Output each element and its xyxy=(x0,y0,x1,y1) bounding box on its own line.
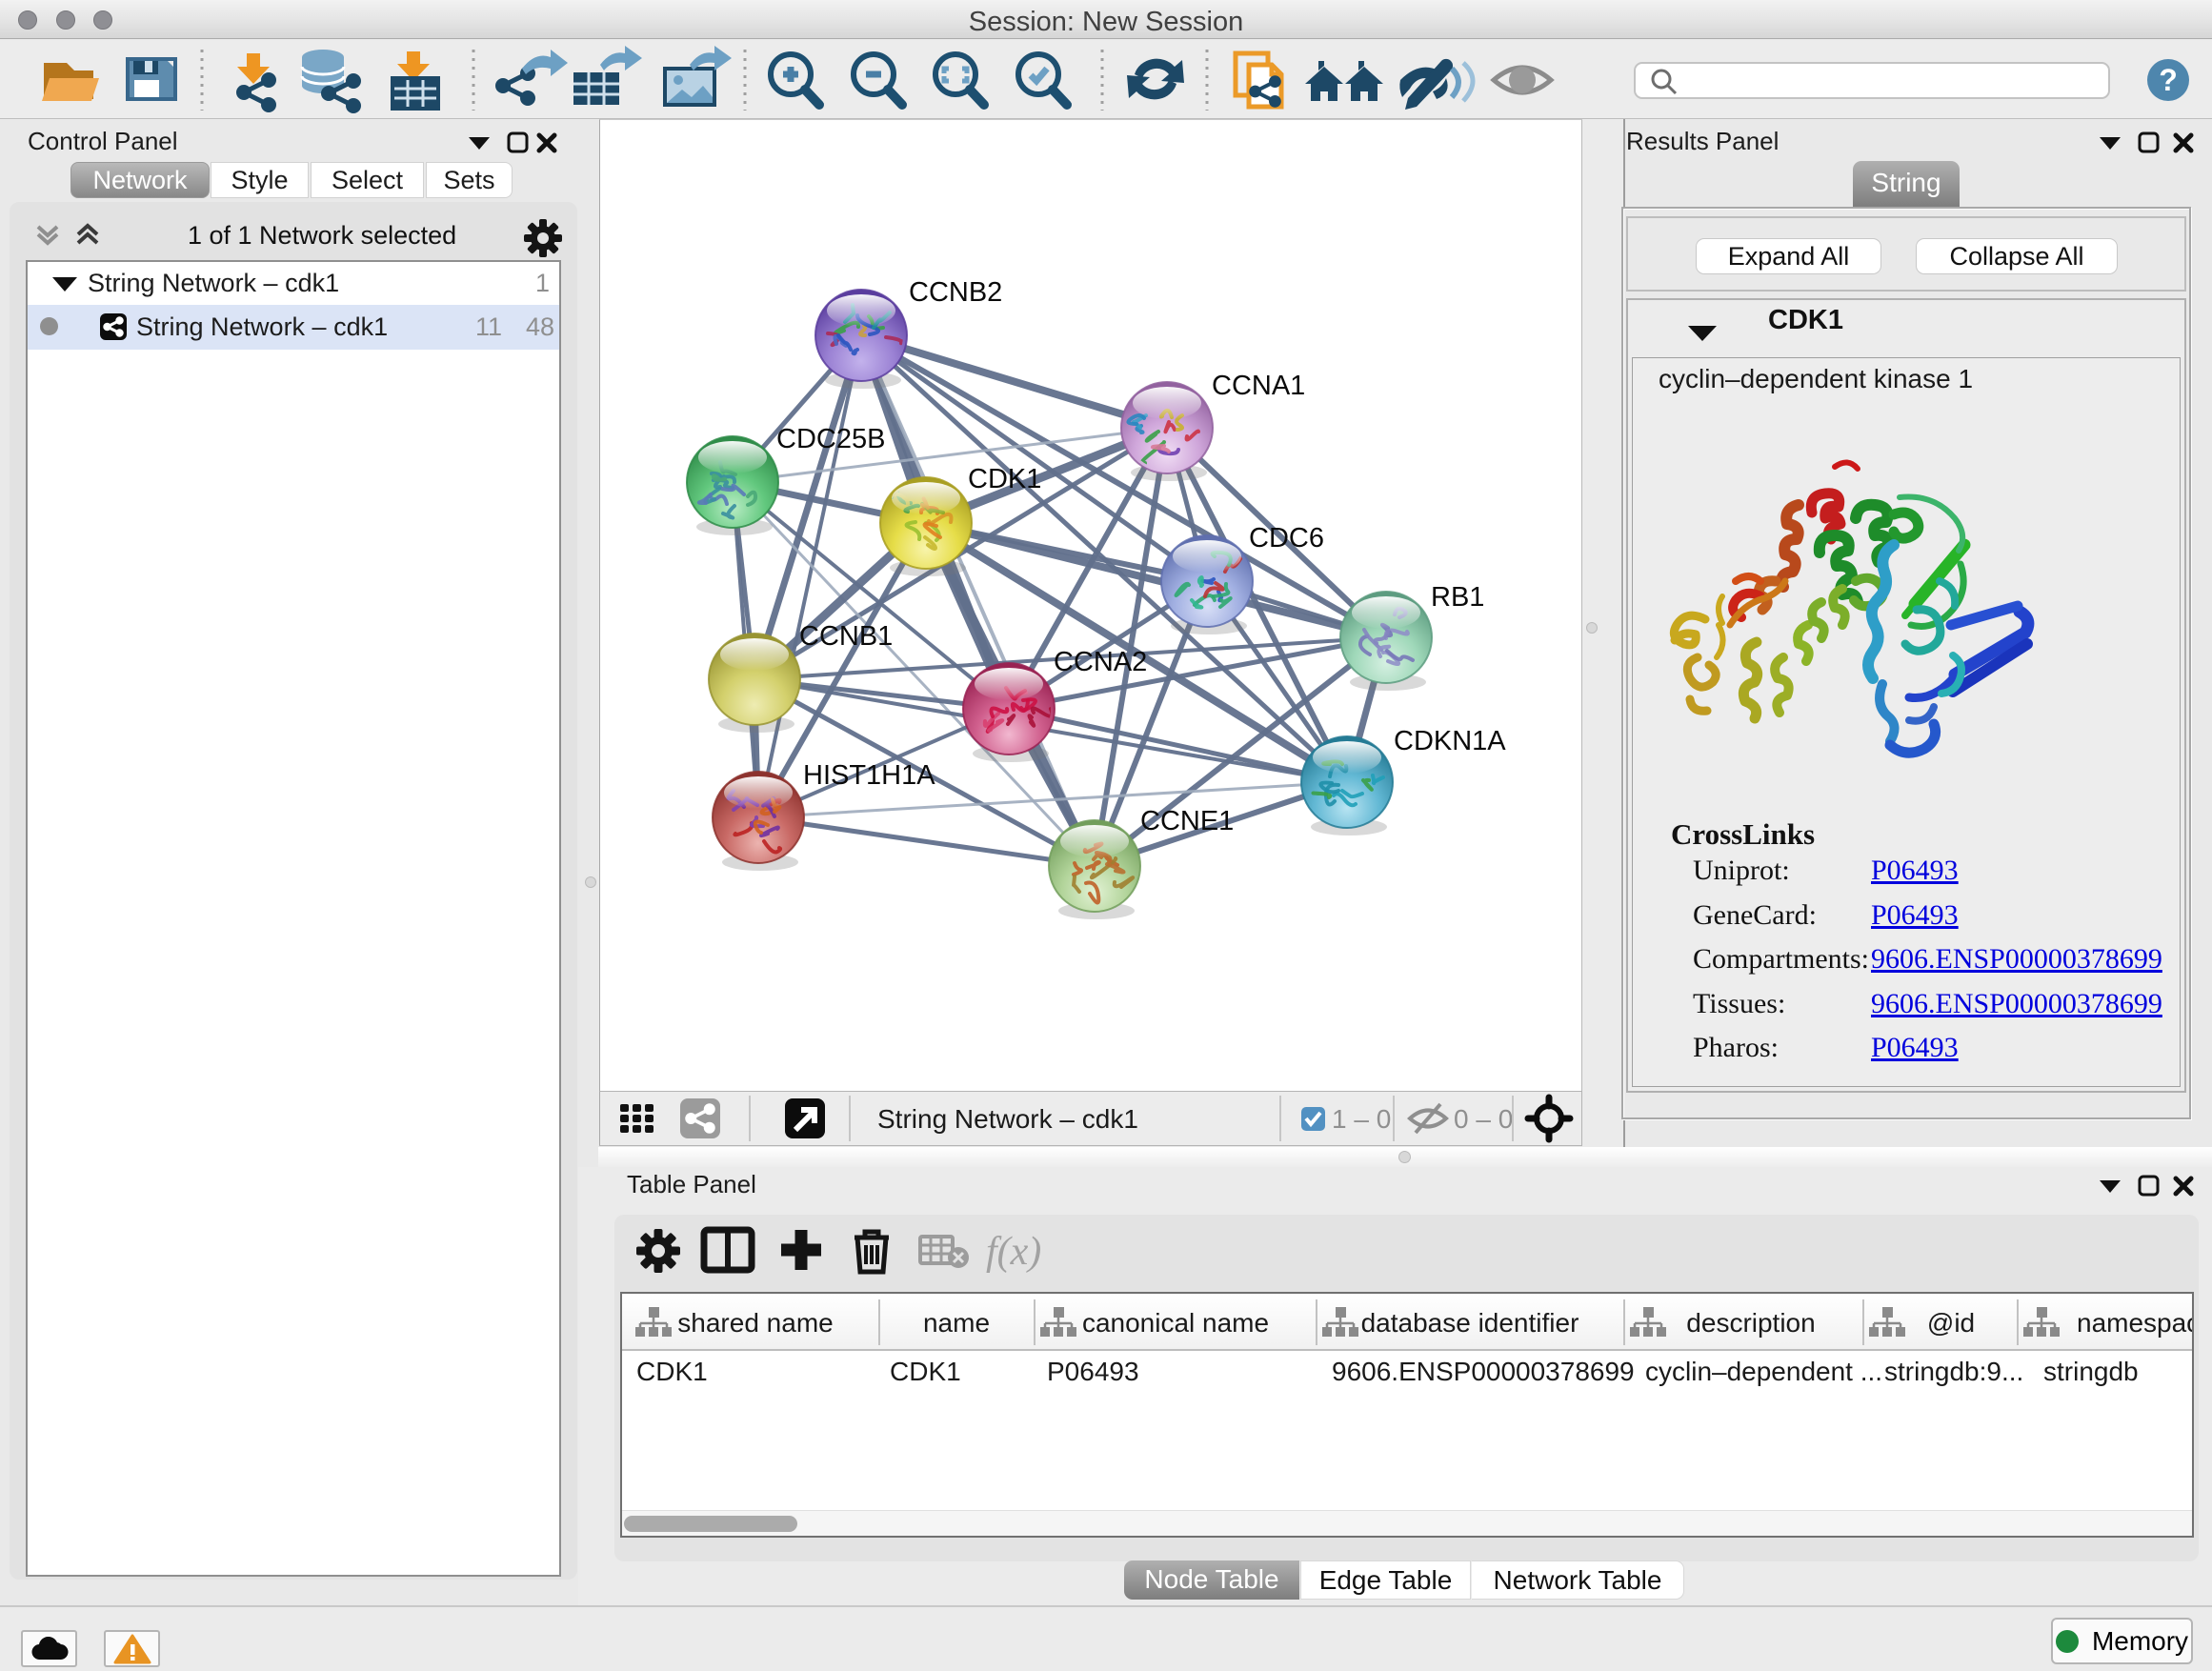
svg-text:RB1: RB1 xyxy=(1431,582,1484,613)
svg-text:CCNA1: CCNA1 xyxy=(1212,371,1305,401)
svg-text:CCNB2: CCNB2 xyxy=(909,277,1002,308)
svg-text:0 – 0: 0 – 0 xyxy=(1454,1104,1513,1134)
svg-text:name: name xyxy=(923,1308,990,1338)
svg-text:CDC6: CDC6 xyxy=(1249,523,1324,554)
svg-text:description: description xyxy=(1686,1308,1815,1338)
svg-text:canonical name: canonical name xyxy=(1082,1308,1269,1338)
svg-text:f(x): f(x) xyxy=(986,1230,1041,1274)
svg-text:?: ? xyxy=(2159,63,2178,97)
svg-text:CDK1: CDK1 xyxy=(968,464,1041,494)
svg-text:HIST1H1A: HIST1H1A xyxy=(803,760,935,791)
svg-text:1 – 0: 1 – 0 xyxy=(1332,1104,1391,1134)
svg-text:CDKN1A: CDKN1A xyxy=(1394,726,1506,756)
svg-text:String Network – cdk1: String Network – cdk1 xyxy=(877,1104,1138,1134)
svg-text:namespace: namespace xyxy=(2077,1308,2192,1338)
svg-text:CCNE1: CCNE1 xyxy=(1140,806,1234,836)
svg-text:CCNA2: CCNA2 xyxy=(1054,647,1147,677)
svg-text:CCNB1: CCNB1 xyxy=(799,621,893,652)
svg-text:shared name: shared name xyxy=(677,1308,833,1338)
svg-text:database identifier: database identifier xyxy=(1361,1308,1579,1338)
svg-text:@id: @id xyxy=(1927,1308,1975,1338)
svg-text:CDC25B: CDC25B xyxy=(776,424,885,454)
